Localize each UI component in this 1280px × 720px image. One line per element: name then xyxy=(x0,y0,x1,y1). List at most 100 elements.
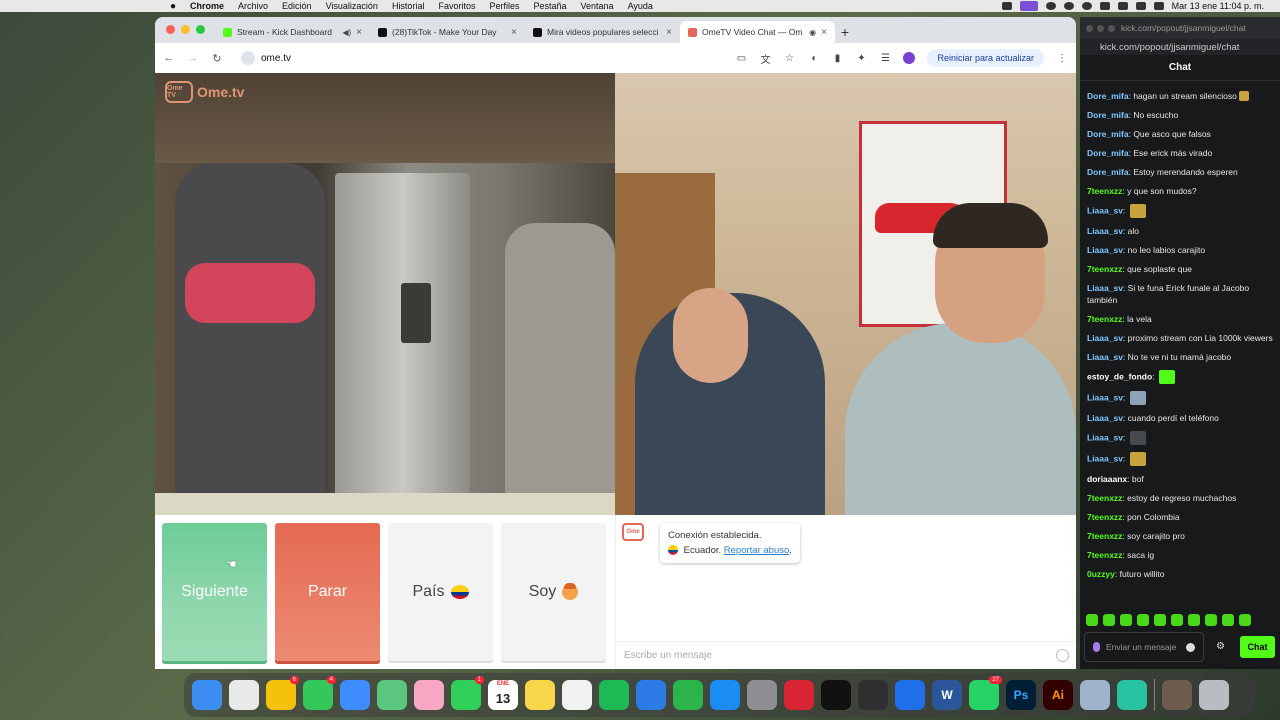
chat-username[interactable]: Dore_mifa xyxy=(1087,148,1129,158)
emote-icon[interactable] xyxy=(1222,614,1234,626)
menu-perfiles[interactable]: Perfiles xyxy=(489,1,519,11)
battery-icon[interactable] xyxy=(1099,2,1110,10)
trash-icon[interactable] xyxy=(1199,680,1229,710)
extension-icon[interactable]: ▮ xyxy=(831,53,843,64)
chat-username[interactable]: Liaaa_sv xyxy=(1087,352,1123,362)
site-info-icon[interactable] xyxy=(241,51,255,65)
speaker-icon[interactable]: ◀) xyxy=(342,28,351,37)
screen-recorder-icon[interactable] xyxy=(1117,680,1147,710)
emote-icon[interactable] xyxy=(1205,614,1217,626)
chat-username[interactable]: 7teenxzz xyxy=(1087,264,1122,274)
menu-chrome[interactable]: Chrome xyxy=(190,1,224,11)
menu-archivo[interactable]: Archivo xyxy=(238,1,268,11)
preview-icon[interactable] xyxy=(1080,680,1110,710)
emoji-icon[interactable] xyxy=(1186,642,1195,652)
obs-status-icon[interactable] xyxy=(1045,2,1056,10)
emote-icon[interactable] xyxy=(1154,614,1166,626)
obs-icon[interactable] xyxy=(858,680,888,710)
new-tab-button[interactable]: + xyxy=(835,24,855,43)
forward-icon[interactable]: → xyxy=(187,52,199,64)
country-filter-button[interactable]: País xyxy=(388,523,493,661)
chrome-icon[interactable]: 6 xyxy=(266,676,299,710)
message-input[interactable]: Escribe un mensaje xyxy=(616,641,1076,669)
chat-username[interactable]: Liaaa_sv xyxy=(1087,226,1123,236)
menu-ventana[interactable]: Ventana xyxy=(581,1,614,11)
chat-username[interactable]: 7teenxzz xyxy=(1087,550,1122,560)
maps-icon[interactable] xyxy=(377,680,407,710)
system-settings-icon[interactable] xyxy=(747,680,777,710)
mail-icon[interactable] xyxy=(340,680,370,710)
spotify-icon[interactable] xyxy=(599,680,629,710)
bookmark-star-icon[interactable]: ☆ xyxy=(783,53,795,64)
chat-username[interactable]: Liaaa_sv xyxy=(1087,205,1123,215)
app-store-icon[interactable] xyxy=(710,680,740,710)
cast-icon[interactable]: ▭ xyxy=(735,53,747,64)
freeform-icon[interactable] xyxy=(562,680,592,710)
close-tab-icon[interactable]: × xyxy=(356,27,362,38)
downloads-folder-icon[interactable] xyxy=(1162,680,1192,710)
facetime-icon[interactable]: 1 xyxy=(451,676,484,710)
tab-ometv[interactable]: OmeTV Video Chat — Om ◉ × xyxy=(680,21,835,43)
menu-favoritos[interactable]: Favoritos xyxy=(438,1,475,11)
tab-kick-dashboard[interactable]: Stream - Kick Dashboard ◀) × xyxy=(215,21,370,43)
chat-username[interactable]: Dore_mifa xyxy=(1087,91,1129,101)
menu-visualizacion[interactable]: Visualización xyxy=(326,1,378,11)
screen-recorder-status-icon[interactable] xyxy=(1001,2,1012,10)
emoji-picker-icon[interactable] xyxy=(1056,649,1069,662)
whatsapp-icon[interactable]: 27 xyxy=(969,676,1002,710)
menu-historial[interactable]: Historial xyxy=(392,1,425,11)
chat-username[interactable]: Liaaa_sv xyxy=(1087,432,1123,442)
microphone-icon[interactable] xyxy=(1093,642,1100,652)
chat-username[interactable]: Liaaa_sv xyxy=(1087,413,1123,423)
reload-icon[interactable]: ↻ xyxy=(211,52,223,65)
menu-edicion[interactable]: Edición xyxy=(282,1,312,11)
chat-username[interactable]: Liaaa_sv xyxy=(1087,453,1123,463)
chat-username[interactable]: Dore_mifa xyxy=(1087,110,1129,120)
address-bar[interactable]: ome.tv xyxy=(235,47,723,69)
capcut-icon[interactable] xyxy=(821,680,851,710)
apple-menu-icon[interactable]: ● xyxy=(166,1,180,12)
photos-icon[interactable] xyxy=(414,680,444,710)
tab-tiktok-home[interactable]: (28)TikTok - Make Your Day × xyxy=(370,21,525,43)
minimize-window-button[interactable] xyxy=(181,25,190,34)
emote-icon[interactable] xyxy=(1171,614,1183,626)
chat-username[interactable]: estoy_de_fondo xyxy=(1087,371,1152,381)
close-tab-icon[interactable]: × xyxy=(511,27,517,38)
tab-tiktok-popular[interactable]: Mira videos populares selecci × xyxy=(525,21,680,43)
finder-icon[interactable] xyxy=(192,680,222,710)
notes-icon[interactable] xyxy=(525,680,555,710)
control-center-icon[interactable] xyxy=(1153,2,1164,10)
chevron-down-icon[interactable] xyxy=(1063,2,1074,10)
chat-username[interactable]: 7teenxzz xyxy=(1087,186,1122,196)
kebab-menu-icon[interactable]: ⋮ xyxy=(1056,53,1068,64)
search-icon[interactable] xyxy=(1135,2,1146,10)
chat-username[interactable]: doriaaanx xyxy=(1087,474,1127,484)
report-abuse-link[interactable]: Reportar abuso xyxy=(724,545,789,556)
menubar-clock[interactable]: Mar 13 ene 11:04 p. m. xyxy=(1172,1,1264,11)
chat-username[interactable]: Liaaa_sv xyxy=(1087,333,1123,343)
chat-username[interactable]: Liaaa_sv xyxy=(1087,283,1123,293)
maximize-window-button[interactable] xyxy=(196,25,205,34)
photo-booth-icon[interactable] xyxy=(784,680,814,710)
menu-ayuda[interactable]: Ayuda xyxy=(628,1,653,11)
send-chat-button[interactable]: Chat xyxy=(1240,636,1275,658)
gender-filter-button[interactable]: Soy xyxy=(501,523,606,661)
close-tab-icon[interactable]: × xyxy=(666,27,672,38)
maximize-window-button[interactable] xyxy=(1108,24,1115,32)
chat-username[interactable]: Dore_mifa xyxy=(1087,129,1129,139)
chat-username[interactable]: 7teenxzz xyxy=(1087,493,1122,503)
stop-button[interactable]: Parar xyxy=(275,523,380,661)
chat-username[interactable]: 7teenxzz xyxy=(1087,531,1122,541)
xcode-icon[interactable] xyxy=(895,680,925,710)
extensions-puzzle-icon[interactable]: ✦ xyxy=(855,53,867,64)
word-icon[interactable]: W xyxy=(932,680,962,710)
emote-icon[interactable] xyxy=(1103,614,1115,626)
numbers-icon[interactable] xyxy=(673,680,703,710)
photoshop-icon[interactable]: Ps xyxy=(1006,680,1036,710)
reading-list-icon[interactable]: ☰ xyxy=(879,53,891,64)
kick-message-input[interactable]: Enviar un mensaje xyxy=(1084,632,1204,662)
menu-pestana[interactable]: Pestaña xyxy=(533,1,566,11)
emote-icon[interactable] xyxy=(1086,614,1098,626)
media-control-icon[interactable]: ◖ xyxy=(807,53,819,64)
kick-status-icon[interactable] xyxy=(1019,1,1038,11)
